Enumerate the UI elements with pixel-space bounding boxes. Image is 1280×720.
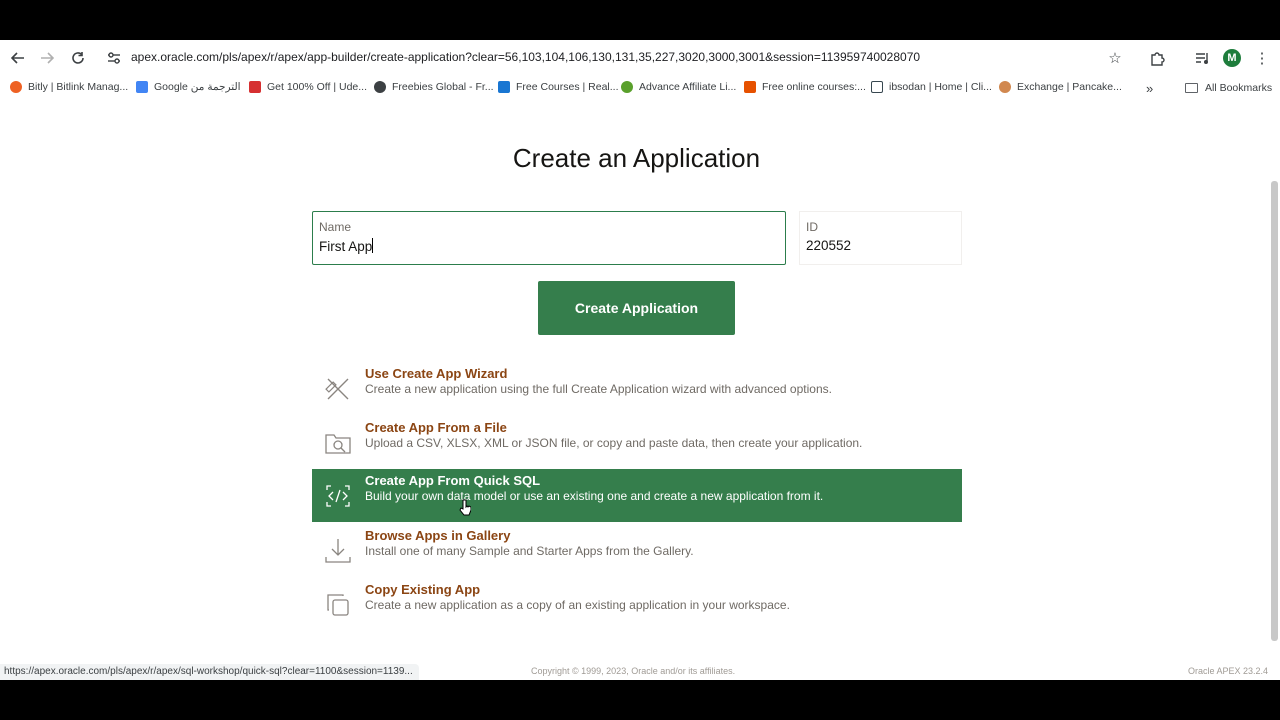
bookmark-favicon-icon xyxy=(249,81,261,93)
bookmark-favicon-icon xyxy=(136,81,148,93)
bottom-black-bar xyxy=(0,680,1280,720)
profile-avatar[interactable]: M xyxy=(1223,49,1241,67)
option-title: Browse Apps in Gallery xyxy=(365,528,511,543)
star-icon[interactable]: ☆ xyxy=(1105,48,1125,68)
media-control-icon[interactable] xyxy=(1192,48,1212,68)
bookmark-label: Google الترجمة من xyxy=(154,81,241,93)
code-icon xyxy=(326,485,350,507)
option-title: Copy Existing App xyxy=(365,582,481,597)
bookmark-item[interactable]: Free online courses:... xyxy=(744,81,866,93)
bookmark-favicon-icon xyxy=(374,81,386,93)
bookmark-label: Get 100% Off | Ude... xyxy=(267,81,368,93)
bookmark-favicon-icon xyxy=(744,81,756,93)
option-description: Build your own data model or use an exis… xyxy=(365,489,824,503)
extensions-icon[interactable] xyxy=(1147,48,1167,68)
bookmarks-overflow-icon[interactable]: » xyxy=(1146,81,1153,96)
bookmark-label: ibsodan | Home | Cli... xyxy=(889,81,992,93)
status-bar-url: https://apex.oracle.com/pls/apex/r/apex/… xyxy=(0,664,419,680)
bookmark-label: Advance Affiliate Li... xyxy=(639,81,737,93)
all-bookmarks-button[interactable]: All Bookmarks xyxy=(1185,82,1272,94)
bookmark-favicon-icon xyxy=(498,81,510,93)
reload-icon[interactable] xyxy=(67,47,89,69)
top-black-bar xyxy=(0,0,1280,40)
name-label: Name xyxy=(319,220,352,234)
bookmark-label: Exchange | Pancake... xyxy=(1017,81,1122,93)
more-menu-icon[interactable]: ⋮ xyxy=(1252,48,1272,68)
page-title: Create an Application xyxy=(512,143,761,173)
all-bookmarks-label: All Bookmarks xyxy=(1205,82,1273,94)
bookmark-favicon-icon xyxy=(999,81,1011,93)
id-field[interactable]: ID 220552 xyxy=(799,211,962,265)
option-title: Use Create App Wizard xyxy=(365,366,508,381)
id-label: ID xyxy=(806,220,818,234)
option-create-app-wizard[interactable]: Use Create App Wizard Create a new appli… xyxy=(312,362,962,415)
wizard-icon xyxy=(325,378,349,400)
copyright-text: Copyright © 1999, 2023, Oracle and/or it… xyxy=(531,666,736,676)
bookmark-item[interactable]: Advance Affiliate Li... xyxy=(621,81,736,93)
option-title: Create App From Quick SQL xyxy=(365,473,541,488)
bookmark-label: Freebies Global - Fr... xyxy=(392,81,494,93)
bookmark-favicon-icon xyxy=(10,81,22,93)
download-icon xyxy=(325,539,351,563)
bookmark-item[interactable]: Exchange | Pancake... xyxy=(999,81,1122,93)
folder-icon xyxy=(1185,83,1198,93)
bookmark-item[interactable]: Get 100% Off | Ude... xyxy=(249,81,367,93)
bookmark-label: Free online courses:... xyxy=(762,81,866,93)
bookmark-item[interactable]: Free Courses | Real... xyxy=(498,81,619,93)
address-bar-row: apex.oracle.com/pls/apex/r/apex/app-buil… xyxy=(0,40,1280,76)
site-info-icon[interactable] xyxy=(106,50,122,66)
option-title: Create App From a File xyxy=(365,420,507,435)
name-field[interactable]: Name First App xyxy=(312,211,786,265)
bookmark-label: Free Courses | Real... xyxy=(516,81,619,93)
bookmark-item[interactable]: ibsodan | Home | Cli... xyxy=(871,81,992,93)
text-caret xyxy=(372,238,374,253)
bookmark-label: Bitly | Bitlink Manag... xyxy=(28,81,129,93)
option-description: Install one of many Sample and Starter A… xyxy=(365,544,694,558)
bookmark-item[interactable]: Bitly | Bitlink Manag... xyxy=(10,81,128,93)
bookmarks-bar: Bitly | Bitlink Manag... Google الترجمة … xyxy=(0,77,1280,101)
name-value: First App xyxy=(319,239,373,254)
vertical-scrollbar[interactable] xyxy=(1271,181,1278,641)
option-description: Create a new application as a copy of an… xyxy=(365,598,790,612)
bookmark-item[interactable]: Google الترجمة من xyxy=(136,81,241,93)
bookmark-item[interactable]: Freebies Global - Fr... xyxy=(374,81,494,93)
url-text[interactable]: apex.oracle.com/pls/apex/r/apex/app-buil… xyxy=(131,50,920,64)
bookmark-favicon-icon xyxy=(621,81,633,93)
bookmark-favicon-icon xyxy=(871,81,883,93)
back-arrow-icon[interactable] xyxy=(7,47,29,69)
browser-window: apex.oracle.com/pls/apex/r/apex/app-buil… xyxy=(0,40,1280,680)
id-value[interactable]: 220552 xyxy=(806,238,851,253)
hand-cursor-icon xyxy=(459,499,471,516)
copy-icon xyxy=(327,594,349,616)
forward-arrow-icon[interactable] xyxy=(36,47,58,69)
option-copy-existing-app[interactable]: Copy Existing App Create a new applicati… xyxy=(312,578,962,631)
option-description: Create a new application using the full … xyxy=(365,382,832,396)
name-input[interactable]: First App xyxy=(319,238,374,254)
option-create-from-file[interactable]: Create App From a File Upload a CSV, XLS… xyxy=(312,416,962,469)
file-icon xyxy=(325,434,351,454)
option-description: Upload a CSV, XLSX, XML or JSON file, or… xyxy=(365,436,863,450)
create-application-button[interactable]: Create Application xyxy=(538,281,735,335)
version-text: Oracle APEX 23.2.4 xyxy=(1188,666,1269,676)
option-create-from-quick-sql[interactable]: Create App From Quick SQL Build your own… xyxy=(312,469,962,522)
option-browse-gallery[interactable]: Browse Apps in Gallery Install one of ma… xyxy=(312,524,962,577)
